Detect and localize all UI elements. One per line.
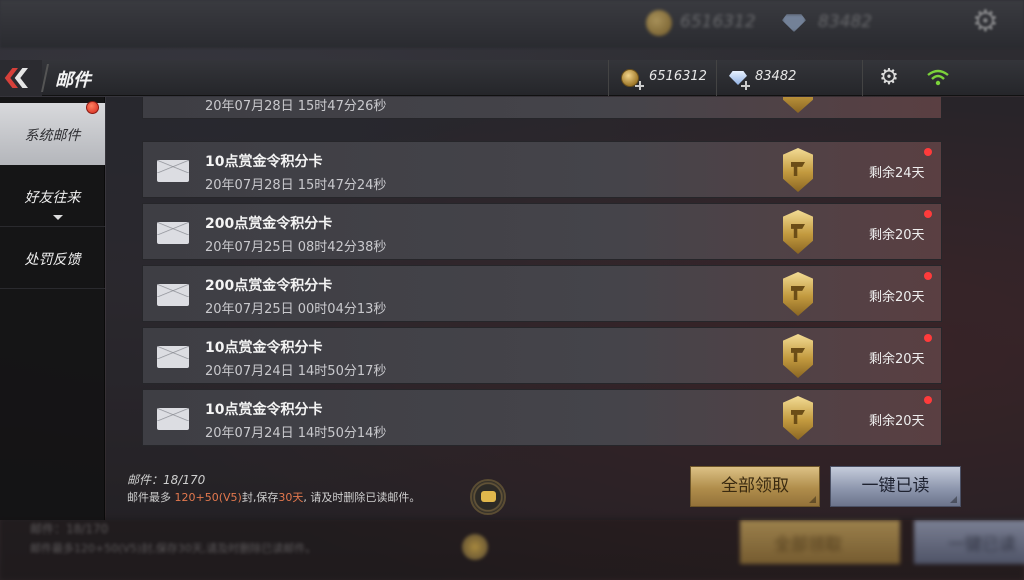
mail-item[interactable]: 20年07月28日 15时47分26秒: [142, 97, 942, 119]
mark-all-read-button[interactable]: 一键已读: [830, 466, 961, 507]
background-chat-icon: [462, 534, 488, 560]
plus-icon: [741, 81, 750, 90]
button-corner-decoration: [809, 496, 816, 503]
coin-icon: [621, 69, 644, 90]
note-days: 30天: [278, 491, 304, 504]
mail-panel: 20年07月28日 15时47分26秒 10点赏金令积分卡 20年07月28日 …: [106, 97, 1024, 520]
mail-item[interactable]: 200点赏金令积分卡 20年07月25日 08时42分38秒 剩余20天: [142, 203, 942, 260]
mail-category-sidebar: 系统邮件 好友往来 处罚反馈: [0, 97, 105, 520]
mail-item[interactable]: 10点赏金令积分卡 20年07月24日 14时50分14秒 剩余20天: [142, 389, 942, 446]
wifi-icon: [927, 69, 949, 86]
unread-dot: [924, 272, 932, 280]
note-prefix: 邮件最多: [127, 491, 175, 504]
sidebar-item-label: 系统邮件: [24, 128, 81, 144]
note-suffix: , 请及时删除已读邮件。: [303, 491, 421, 504]
mail-remaining-days: 剩余20天: [869, 352, 925, 367]
mail-remaining-days: 剩余24天: [869, 166, 925, 181]
mail-item[interactable]: 10点赏金令积分卡 20年07月24日 14时50分17秒 剩余20天: [142, 327, 942, 384]
coins-display[interactable]: 6516312: [608, 60, 716, 96]
mail-date: 20年07月28日 15时47分24秒: [205, 178, 387, 193]
mail-item[interactable]: 200点赏金令积分卡 20年07月25日 00时04分13秒 剩余20天: [142, 265, 942, 322]
mail-count: 邮件：18/170: [127, 471, 205, 488]
sidebar-item-label: 处罚反馈: [24, 252, 81, 268]
background-gear-icon: ⚙: [972, 4, 999, 39]
bounty-card-icon: [783, 210, 813, 254]
header-divider: [862, 60, 863, 96]
background-collect-all-button: 全部领取: [740, 520, 900, 564]
gear-icon[interactable]: ⚙: [876, 66, 902, 92]
chat-bubble-icon: [481, 491, 496, 502]
bounty-card-icon: [783, 97, 813, 113]
header-bar: 邮件 6516312 83482 ⚙: [0, 60, 1024, 96]
mail-date: 20年07月24日 14时50分17秒: [205, 364, 387, 379]
bounty-card-icon: [783, 272, 813, 316]
chat-button[interactable]: [470, 479, 506, 515]
coins-value: 6516312: [649, 69, 707, 84]
background-diamonds-value: 83482: [818, 12, 873, 32]
envelope-icon: [157, 408, 189, 430]
mail-title: 10点赏金令积分卡: [205, 154, 323, 170]
collect-all-label: 全部领取: [721, 476, 789, 496]
bounty-card-icon: [783, 148, 813, 192]
note-mid: 封,保存: [241, 491, 279, 504]
envelope-icon: [157, 222, 189, 244]
background-note: 邮件最多120+50(V5)封,保存30天,请及时删除已读邮件。: [30, 542, 317, 555]
background-coin-icon: [646, 10, 672, 36]
mail-date: 20年07月28日 15时47分26秒: [205, 99, 387, 114]
caret-down-icon: [53, 215, 63, 220]
page-title: 邮件: [55, 70, 91, 91]
background-coins-value: 6516312: [680, 12, 756, 32]
mail-remaining-days: 剩余20天: [869, 414, 925, 429]
mail-title: 200点赏金令积分卡: [205, 216, 333, 232]
bounty-card-icon: [783, 396, 813, 440]
unread-dot: [924, 210, 932, 218]
sidebar-item-label: 好友往来: [24, 190, 81, 206]
unread-dot: [924, 334, 932, 342]
mail-date: 20年07月25日 08时42分38秒: [205, 240, 387, 255]
header-divider: [41, 64, 49, 92]
background-collect-all-label: 全部领取: [774, 535, 842, 555]
sidebar-item-penalty-feedback[interactable]: 处罚反馈: [0, 227, 105, 289]
unread-dot: [924, 396, 932, 404]
mail-title: 10点赏金令积分卡: [205, 340, 323, 356]
notification-dot: [86, 101, 99, 114]
mail-remaining-days: 剩余20天: [869, 228, 925, 243]
button-corner-decoration: [950, 496, 957, 503]
mail-item[interactable]: 10点赏金令积分卡 20年07月28日 15时47分24秒 剩余24天: [142, 141, 942, 198]
mail-count-value: 18/170: [163, 473, 206, 487]
mail-remaining-days: 剩余20天: [869, 290, 925, 305]
mail-list[interactable]: 20年07月28日 15时47分26秒 10点赏金令积分卡 20年07月28日 …: [142, 97, 942, 449]
mail-storage-note: 邮件最多 120+50(V5)封,保存30天, 请及时删除已读邮件。: [127, 489, 420, 505]
mark-all-read-label: 一键已读: [861, 476, 930, 496]
collect-all-button[interactable]: 全部领取: [690, 466, 820, 507]
envelope-icon: [157, 346, 189, 368]
envelope-icon: [157, 284, 189, 306]
note-limit: 120+50(V5): [174, 491, 242, 504]
background-read-all-button: 一键已读: [914, 520, 1024, 564]
bounty-card-icon: [783, 334, 813, 378]
back-button[interactable]: [0, 60, 42, 96]
background-read-all-label: 一键已读: [948, 535, 1016, 555]
mail-title: 200点赏金令积分卡: [205, 278, 333, 294]
diamonds-value: 83482: [755, 69, 797, 84]
envelope-icon: [157, 160, 189, 182]
unread-dot: [924, 148, 932, 156]
mail-count-label: 邮件：: [127, 473, 164, 487]
mail-date: 20年07月24日 14时50分14秒: [205, 426, 387, 441]
back-chevron-icon: [14, 68, 28, 88]
mail-date: 20年07月25日 00时04分13秒: [205, 302, 387, 317]
diamonds-display[interactable]: 83482: [716, 60, 862, 96]
mail-title: 10点赏金令积分卡: [205, 402, 323, 418]
background-mail-count: 邮件：18/170: [30, 522, 109, 536]
